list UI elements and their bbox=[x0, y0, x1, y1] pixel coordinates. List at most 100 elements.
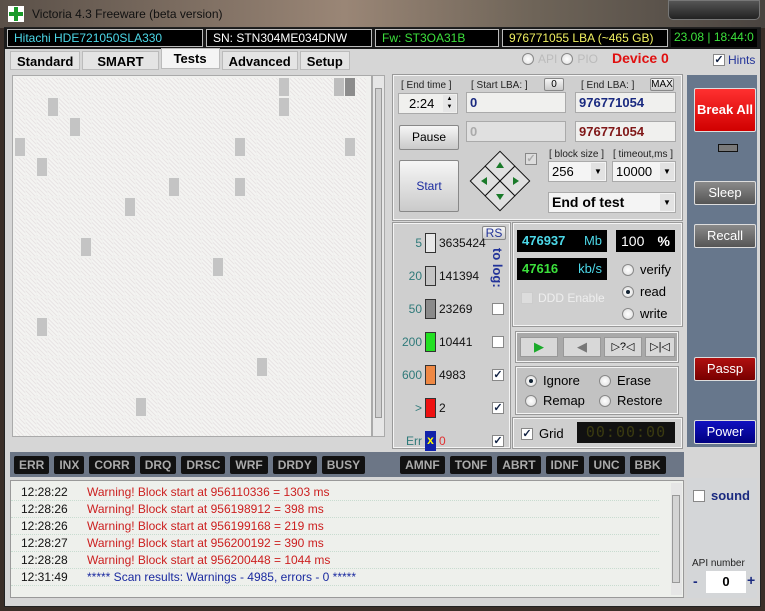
block-cell bbox=[279, 278, 289, 296]
repair-remap[interactable]: Remap bbox=[525, 393, 585, 408]
pio-radio[interactable] bbox=[561, 53, 574, 65]
hints-checkbox[interactable]: ✓ bbox=[713, 54, 725, 66]
stat-color-swatch: x bbox=[425, 431, 436, 451]
block-cell bbox=[59, 298, 69, 316]
api-number-input[interactable]: 0 bbox=[706, 571, 746, 593]
scan-mode-verify[interactable]: verify bbox=[622, 262, 671, 277]
log-scroll-thumb[interactable] bbox=[672, 495, 680, 583]
repair-radio[interactable] bbox=[525, 374, 537, 387]
block-cell bbox=[158, 158, 168, 176]
block-cell bbox=[323, 218, 333, 236]
block-cell bbox=[37, 258, 47, 276]
sound-checkbox[interactable] bbox=[693, 489, 705, 502]
block-cell bbox=[48, 158, 58, 176]
block-cell bbox=[15, 278, 25, 296]
play-backward-button[interactable]: ◀ bbox=[563, 337, 601, 357]
block-size-select[interactable]: 256 ▼ bbox=[548, 161, 607, 182]
break-all-button[interactable]: Break All bbox=[694, 88, 756, 132]
passp-button[interactable]: Passp bbox=[694, 357, 756, 381]
log-time: 12:28:28 bbox=[21, 553, 68, 567]
tab-tests[interactable]: Tests bbox=[160, 48, 220, 69]
direction-pad[interactable] bbox=[467, 148, 533, 214]
block-cell bbox=[180, 218, 190, 236]
stat-log-checkbox[interactable] bbox=[492, 336, 504, 348]
end-time-spinner[interactable]: ▲ ▼ bbox=[443, 95, 456, 112]
repair-restore[interactable]: Restore bbox=[599, 393, 663, 408]
action-sidebar: Break All Sleep Recall Passp Power bbox=[687, 75, 757, 447]
repair-radio[interactable] bbox=[599, 374, 611, 387]
tab-advanced[interactable]: Advanced bbox=[221, 51, 298, 70]
block-cell bbox=[136, 98, 146, 116]
block-cell bbox=[136, 298, 146, 316]
api-increment-button[interactable]: + bbox=[747, 572, 755, 588]
block-cell bbox=[257, 338, 267, 356]
tab-setup[interactable]: Setup bbox=[299, 51, 350, 70]
tab-standard[interactable]: Standard bbox=[10, 51, 81, 70]
block-cell bbox=[191, 78, 201, 96]
scan-mode-read[interactable]: read bbox=[622, 284, 666, 299]
block-cell bbox=[59, 338, 69, 356]
tab-smart[interactable]: SMART bbox=[82, 51, 159, 70]
block-cell bbox=[180, 318, 190, 336]
block-cell bbox=[114, 378, 124, 396]
window-close-button[interactable] bbox=[668, 0, 760, 20]
repair-erase[interactable]: Erase bbox=[599, 373, 651, 388]
block-cell bbox=[202, 178, 212, 196]
block-cell bbox=[345, 98, 355, 116]
block-cell bbox=[15, 398, 25, 416]
scan-mode-radio[interactable] bbox=[622, 285, 634, 298]
block-cell bbox=[345, 78, 355, 96]
stat-log-checkbox[interactable]: ✓ bbox=[492, 435, 504, 447]
repair-radio[interactable] bbox=[599, 394, 611, 407]
random-seek-button[interactable]: ▷?◁ bbox=[604, 337, 642, 357]
block-cell bbox=[180, 158, 190, 176]
end-lba-input[interactable]: 976771054 bbox=[575, 92, 676, 113]
block-cell bbox=[81, 118, 91, 136]
grid-toggle[interactable]: ✓ Grid bbox=[521, 426, 564, 441]
block-cell bbox=[312, 378, 322, 396]
sleep-button[interactable]: Sleep bbox=[694, 181, 756, 205]
timeout-select[interactable]: 10000 ▼ bbox=[612, 161, 676, 182]
ddd-enable-toggle[interactable]: DDD Enable bbox=[521, 291, 605, 305]
api-decrement-button[interactable]: - bbox=[693, 573, 698, 589]
block-cell bbox=[15, 338, 25, 356]
block-cell bbox=[147, 118, 157, 136]
block-cell bbox=[224, 238, 234, 256]
block-cell bbox=[147, 218, 157, 236]
start-button[interactable]: Start bbox=[399, 160, 459, 212]
block-cell bbox=[213, 218, 223, 236]
end-lba-max-button[interactable]: MAX bbox=[650, 78, 674, 91]
grid-checkbox[interactable]: ✓ bbox=[521, 427, 533, 440]
end-action-select[interactable]: End of test ▼ bbox=[548, 192, 676, 213]
grid-scrollbar[interactable] bbox=[372, 75, 385, 437]
scan-mode-radio[interactable] bbox=[622, 307, 634, 320]
repair-ignore[interactable]: Ignore bbox=[525, 373, 580, 388]
pause-button[interactable]: Pause bbox=[399, 125, 459, 150]
block-cell bbox=[114, 298, 124, 316]
block-cell bbox=[323, 78, 333, 96]
log-scrollbar[interactable] bbox=[671, 483, 682, 595]
block-cell bbox=[136, 138, 146, 156]
stat-log-checkbox[interactable] bbox=[492, 303, 504, 315]
stat-log-checkbox[interactable]: ✓ bbox=[492, 402, 504, 414]
block-cell bbox=[279, 378, 289, 396]
repair-radio[interactable] bbox=[525, 394, 537, 407]
scroll-thumb[interactable] bbox=[375, 88, 382, 418]
start-lba-zero-button[interactable]: 0 bbox=[544, 78, 564, 91]
butterfly-button[interactable]: ▷|◁ bbox=[645, 337, 675, 357]
block-cell bbox=[81, 198, 91, 216]
block-cell bbox=[125, 98, 135, 116]
recall-button[interactable]: Recall bbox=[694, 224, 756, 248]
power-button[interactable]: Power bbox=[694, 420, 756, 444]
stat-log-checkbox[interactable]: ✓ bbox=[492, 369, 504, 381]
play-forward-button[interactable]: ▶ bbox=[520, 337, 558, 357]
start-lba-input[interactable]: 0 bbox=[466, 92, 566, 113]
scan-mode-write[interactable]: write bbox=[622, 306, 667, 321]
scan-mode-radio[interactable] bbox=[622, 263, 634, 276]
direction-checkbox[interactable]: ✓ bbox=[525, 153, 537, 165]
sound-toggle[interactable]: sound bbox=[693, 488, 750, 503]
ddd-checkbox[interactable] bbox=[521, 292, 533, 304]
api-radio[interactable] bbox=[522, 53, 534, 65]
block-cell bbox=[81, 298, 91, 316]
hints-toggle[interactable]: ✓ Hints bbox=[713, 53, 755, 67]
